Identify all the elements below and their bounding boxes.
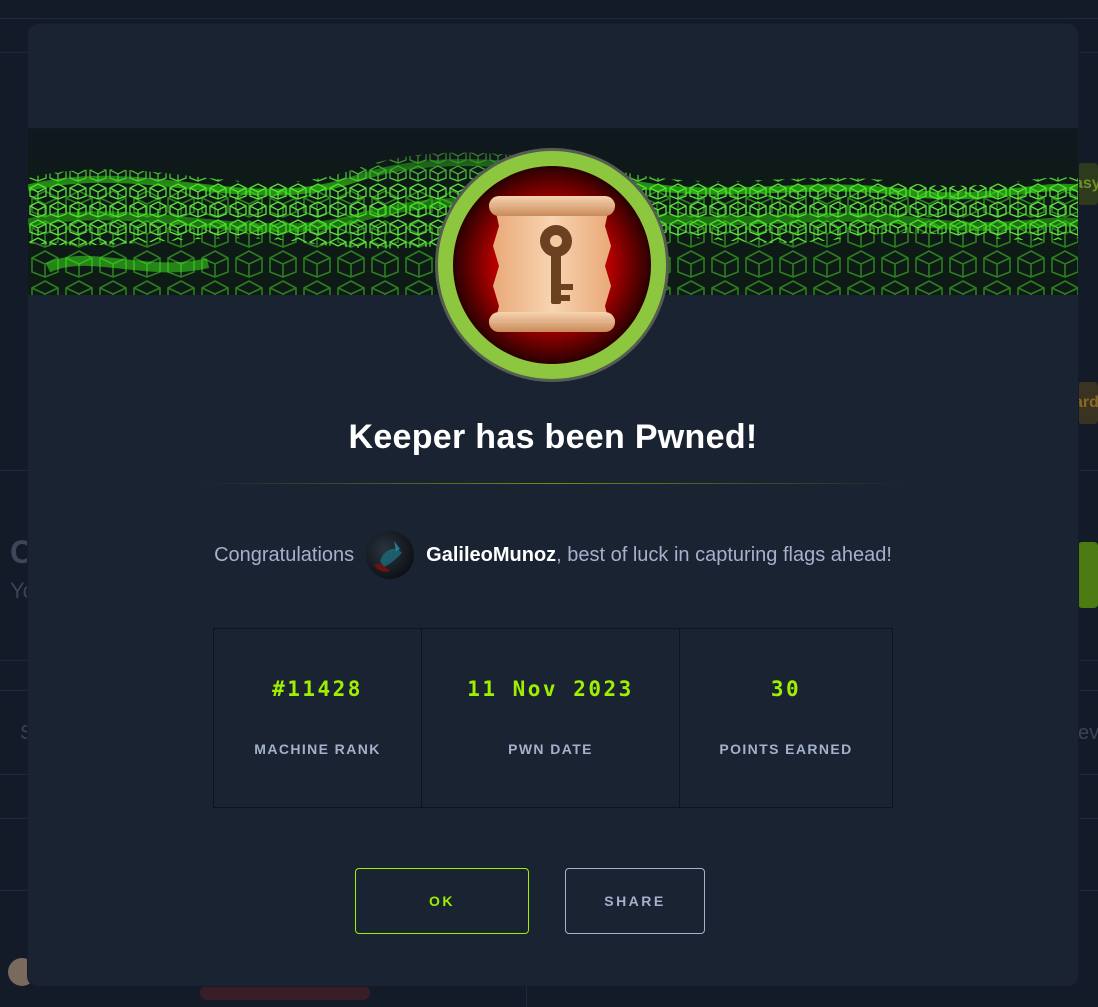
stat-value: 11 Nov 2023 [467, 677, 634, 701]
title-divider [203, 483, 903, 484]
stat-machine-rank: #11428 MACHINE RANK [214, 629, 422, 807]
bg-difficulty-badge-easy: asy [1078, 163, 1098, 205]
stats-table: #11428 MACHINE RANK 11 Nov 2023 PWN DATE… [213, 628, 893, 808]
stat-value: #11428 [272, 677, 363, 701]
share-button[interactable]: SHARE [565, 868, 705, 934]
machine-badge [433, 146, 671, 384]
bg-red-pill [200, 986, 370, 1000]
pwned-modal: Keeper has been Pwned! Congratulations G… [28, 24, 1078, 986]
user-avatar[interactable] [366, 531, 415, 579]
bg-divider [0, 18, 1098, 19]
bg-green-button [1078, 542, 1098, 608]
stat-label: PWN DATE [508, 741, 593, 757]
stat-value: 30 [770, 677, 802, 701]
stat-label: MACHINE RANK [254, 741, 381, 757]
bg-difficulty-badge-hard: ard [1078, 382, 1098, 424]
stat-points-earned: 30 POINTS EARNED [680, 629, 892, 807]
bg-divider-vertical [526, 986, 527, 1007]
scroll-key-icon [435, 148, 669, 382]
congrats-message: Congratulations GalileoMunoz , best of l… [28, 530, 1078, 580]
congrats-suffix: , best of luck in capturing flags ahead! [556, 543, 892, 566]
stat-pwn-date: 11 Nov 2023 PWN DATE [422, 629, 680, 807]
ok-button[interactable]: OK [355, 868, 529, 934]
bg-row-fragment-right: ev [1078, 722, 1098, 744]
username[interactable]: GalileoMunoz [426, 544, 556, 567]
congrats-prefix: Congratulations [214, 543, 355, 566]
stat-label: POINTS EARNED [719, 741, 853, 757]
pwned-title: Keeper has been Pwned! [348, 418, 758, 456]
